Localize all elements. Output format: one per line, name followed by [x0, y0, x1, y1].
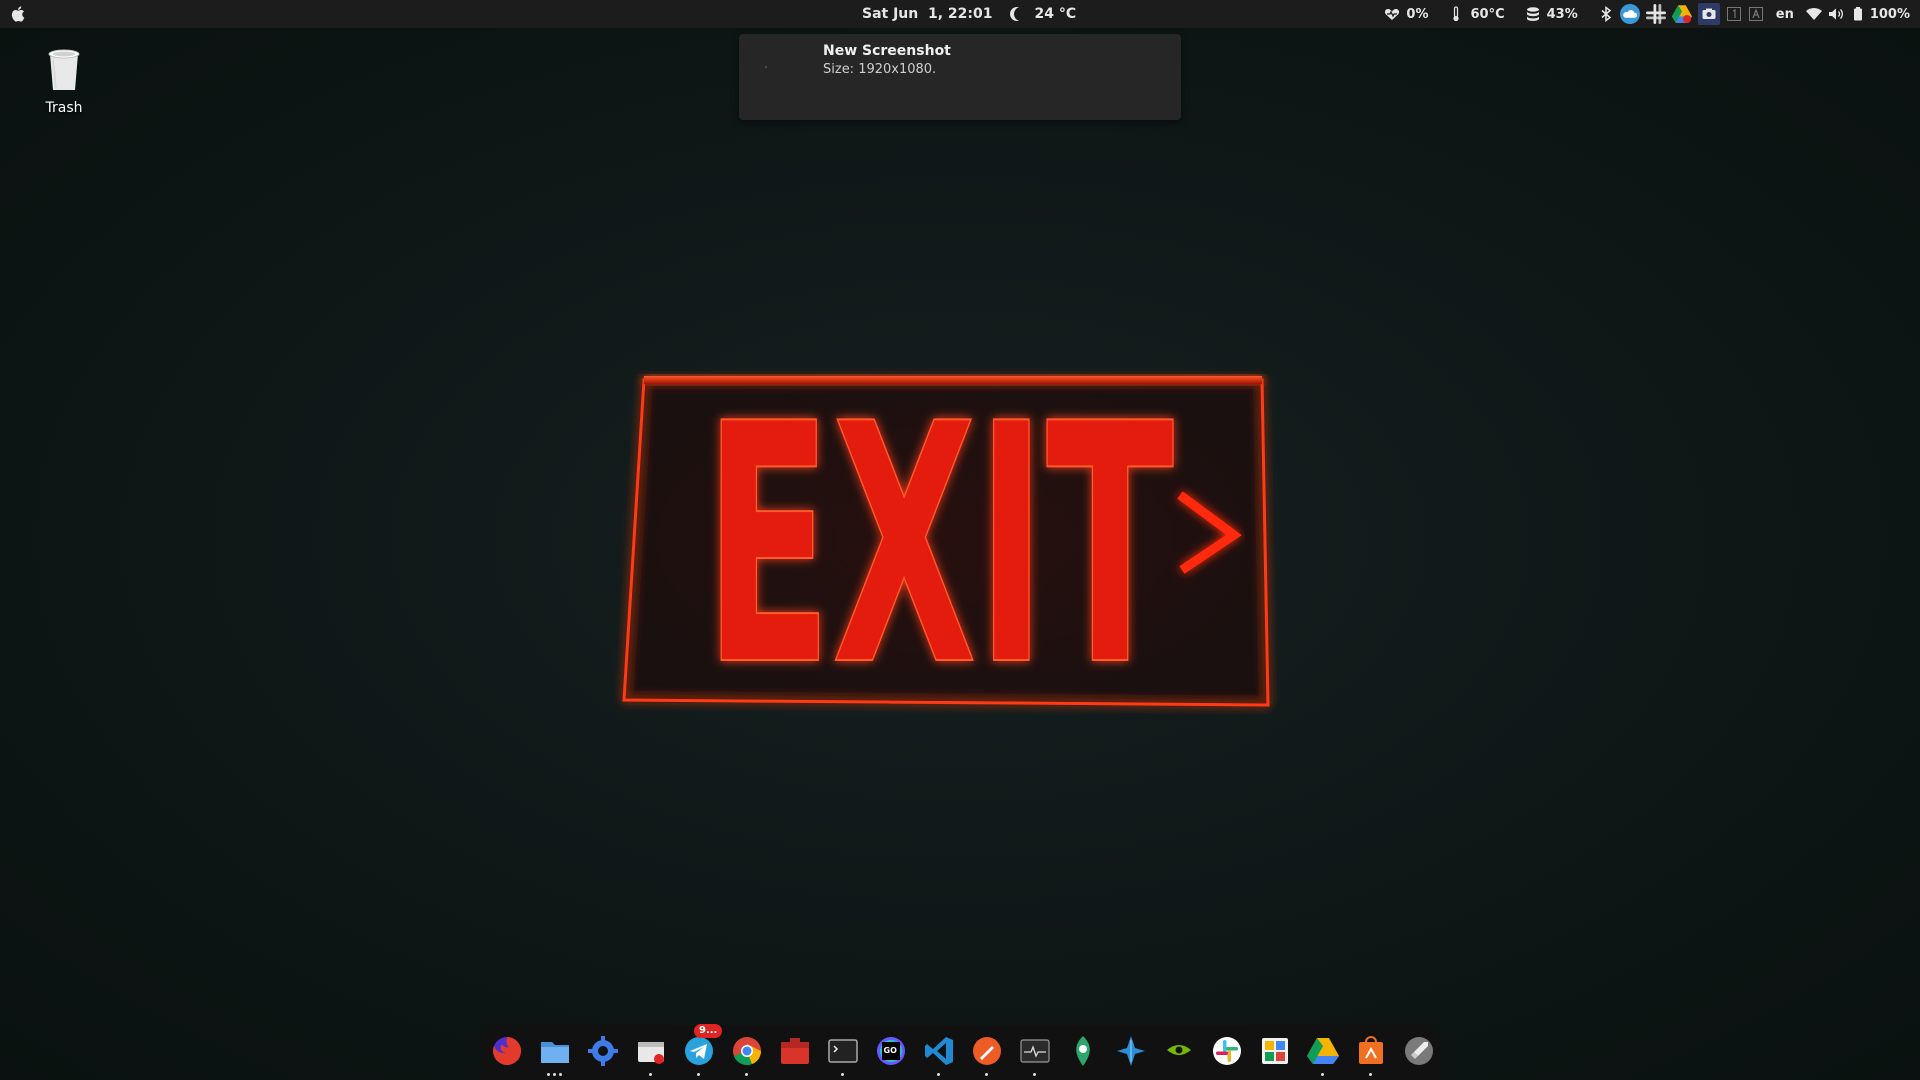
- rocket-icon: [1405, 1037, 1433, 1065]
- weather-temp[interactable]: 24 °C: [1034, 6, 1076, 22]
- dock-launcher[interactable]: [1402, 1034, 1436, 1068]
- battery-value: 100%: [1869, 6, 1910, 22]
- dock-files[interactable]: [538, 1034, 572, 1076]
- top-bar: Sat Jun 1, 22:01 24 °C 0% 60°C 43% en 10…: [0, 0, 1920, 28]
- volume-icon[interactable]: [1828, 6, 1844, 22]
- dock-postman[interactable]: [970, 1034, 1004, 1076]
- cpu-value: 0%: [1406, 6, 1429, 22]
- exit-sign-text: EXIT: [704, 360, 1174, 720]
- cpu-indicator[interactable]: 0%: [1384, 4, 1428, 24]
- dock-terminal[interactable]: [826, 1034, 860, 1076]
- terminal-icon: [828, 1039, 858, 1063]
- wallpaper: EXIT: [0, 0, 1920, 1080]
- kde-connect-icon: [1076, 1036, 1090, 1066]
- nvidia-icon: [1165, 1042, 1193, 1060]
- screenshot-notification[interactable]: New Screenshot Size: 1920x1080.: [739, 34, 1181, 120]
- files-icon: [541, 1042, 569, 1063]
- heart-pulse-icon: [1385, 9, 1400, 20]
- dock-firefox[interactable]: [490, 1034, 524, 1068]
- dock-google-drive[interactable]: [1306, 1034, 1340, 1076]
- dock-ubuntu-software[interactable]: [1354, 1034, 1388, 1076]
- postman-icon: [973, 1037, 1001, 1065]
- maya-icon: [1117, 1036, 1145, 1066]
- running-indicator: [649, 1073, 652, 1076]
- temp-indicator[interactable]: 60°C: [1448, 4, 1505, 24]
- keyboard-language[interactable]: en: [1776, 7, 1794, 22]
- svg-text:GO: GO: [884, 1046, 898, 1055]
- running-indicator: [841, 1073, 844, 1076]
- weather-app-icon[interactable]: [1619, 4, 1640, 24]
- running-indicator: [697, 1073, 700, 1076]
- workspace-a-icon[interactable]: [1748, 6, 1764, 22]
- moon-icon: [1014, 7, 1028, 21]
- screenshot-indicator[interactable]: [1697, 3, 1720, 25]
- screenshot-app-icon: [638, 1042, 664, 1064]
- wifi-icon[interactable]: [1805, 6, 1822, 22]
- disk-value: 43%: [1546, 6, 1578, 22]
- apple-menu-icon[interactable]: [10, 5, 28, 23]
- slack-icon: [1213, 1037, 1241, 1065]
- goland-icon: GO: [877, 1037, 905, 1065]
- dock-chrome[interactable]: [730, 1034, 764, 1076]
- chrome-icon: [733, 1037, 761, 1066]
- dock-nvidia[interactable]: [1162, 1034, 1196, 1068]
- bluetooth-icon[interactable]: [1598, 6, 1614, 22]
- gear-icon: [588, 1036, 618, 1066]
- system-monitor-icon: [1020, 1039, 1050, 1063]
- dock: 9... GO: [481, 1024, 1439, 1080]
- running-indicator: [1033, 1073, 1036, 1076]
- battery-icon: [1853, 7, 1862, 21]
- google-drive-tray-icon[interactable]: [1671, 4, 1692, 24]
- trash-label: Trash: [45, 100, 83, 116]
- trash-icon: [48, 49, 80, 90]
- ubuntu-software-icon: [1359, 1036, 1383, 1064]
- dock-goland[interactable]: GO: [874, 1034, 908, 1068]
- database-icon: [1526, 7, 1539, 21]
- dock-vscode[interactable]: [922, 1034, 956, 1076]
- image-viewer-icon: [1262, 1038, 1288, 1064]
- dock-toolbox[interactable]: [778, 1034, 812, 1068]
- vscode-icon: [925, 1037, 953, 1065]
- notification-title: New Screenshot: [823, 43, 951, 59]
- clock-weather[interactable]: Sat Jun 1, 22:01 24 °C: [862, 0, 1076, 28]
- dock-kde-connect[interactable]: [1066, 1034, 1100, 1068]
- running-indicator: [745, 1073, 748, 1076]
- exit-sign-image: EXIT: [622, 360, 1270, 720]
- toolbox-icon: [781, 1038, 809, 1064]
- system-tray: 0% 60°C 43% en 100%: [1384, 0, 1910, 28]
- running-indicator: [985, 1073, 988, 1076]
- running-indicator: [937, 1073, 940, 1076]
- notification-body: Size: 1920x1080.: [823, 62, 937, 77]
- desktop-trash[interactable]: Trash: [36, 48, 92, 116]
- workspace-1-icon[interactable]: [1726, 6, 1742, 22]
- telegram-icon: [685, 1037, 713, 1065]
- dock-maya[interactable]: [1114, 1034, 1148, 1068]
- firefox-icon: [493, 1036, 522, 1065]
- dock-slack[interactable]: [1210, 1034, 1244, 1068]
- dock-screenshot[interactable]: [634, 1034, 668, 1076]
- temp-value: 60°C: [1470, 6, 1505, 22]
- disk-indicator[interactable]: 43%: [1525, 4, 1578, 24]
- battery-indicator[interactable]: 100%: [1850, 4, 1910, 24]
- dock-system-monitor[interactable]: [1018, 1034, 1052, 1076]
- dock-image-viewer[interactable]: [1258, 1034, 1292, 1068]
- camera-icon: [1702, 8, 1716, 19]
- running-indicator: [1321, 1073, 1324, 1076]
- slack-tray-icon[interactable]: [1645, 4, 1666, 24]
- running-indicator: [1369, 1073, 1372, 1076]
- google-drive-icon: [1307, 1038, 1339, 1064]
- date-time[interactable]: Sat Jun 1, 22:01: [862, 6, 992, 22]
- thermometer-icon: [1453, 6, 1460, 22]
- running-indicator: [547, 1073, 562, 1076]
- dock-settings[interactable]: [586, 1034, 620, 1068]
- notification-badge: 9...: [694, 1024, 723, 1038]
- dock-telegram[interactable]: 9...: [682, 1024, 723, 1076]
- screenshot-thumbnail-icon: [765, 66, 767, 68]
